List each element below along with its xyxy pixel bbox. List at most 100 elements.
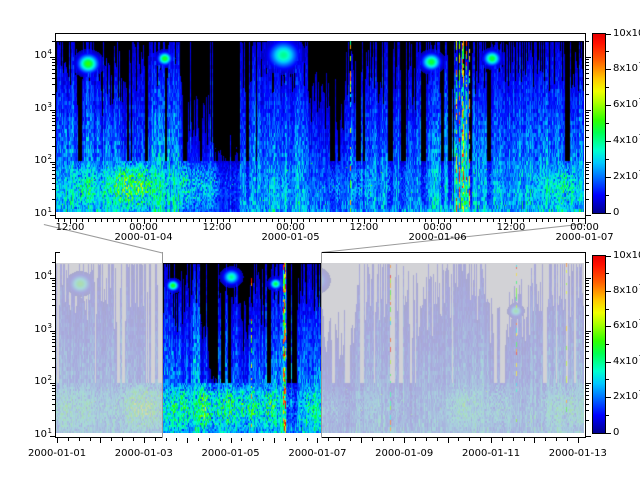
x-minor-tick: [393, 438, 394, 441]
colorbar-minor-tick: [606, 51, 609, 52]
y-minor-tick-right: [586, 290, 589, 291]
y-tick-label: 101: [26, 208, 52, 220]
x-minor-tick: [548, 219, 549, 222]
x-minor-tick: [502, 438, 503, 441]
colorbar-major-tick: [606, 213, 611, 214]
selected-interval-canvas[interactable]: [163, 263, 321, 433]
colorbar-minor-tick: [606, 159, 609, 160]
x-minor-tick: [176, 438, 177, 441]
x-minor-tick: [113, 219, 114, 222]
y-minor-tick-right: [586, 94, 589, 95]
y-minor-tick: [52, 146, 55, 147]
y-minor-tick-right: [586, 395, 589, 396]
y-minor-tick: [52, 410, 55, 411]
x-minor-tick: [155, 438, 156, 441]
y-major-tick-right: [586, 215, 591, 216]
x-minor-tick: [401, 219, 402, 222]
colorbar-minor-tick: [606, 379, 609, 380]
y-minor-tick-right: [586, 170, 589, 171]
colorbar-major-tick: [606, 256, 611, 257]
y-minor-tick: [52, 358, 55, 359]
y-minor-tick-right: [586, 118, 589, 119]
x-major-tick: [534, 438, 535, 443]
y-minor-tick-right: [586, 294, 589, 295]
x-major-tick: [491, 438, 492, 443]
x-date-label: 2000-01-11: [462, 448, 520, 459]
x-minor-tick: [383, 438, 384, 441]
x-minor-tick: [458, 438, 459, 441]
y-minor-tick-right: [586, 404, 589, 405]
x-minor-tick: [241, 438, 242, 441]
y-tick-label: 104: [26, 271, 52, 283]
x-minor-tick: [556, 438, 557, 441]
colorbar-tick-label: 0: [613, 207, 619, 218]
x-minor-tick: [382, 219, 383, 222]
y-minor-tick-right: [586, 137, 589, 138]
x-minor-tick: [350, 438, 351, 441]
x-minor-tick: [415, 438, 416, 441]
x-minor-tick: [462, 219, 463, 222]
x-minor-tick: [193, 219, 194, 222]
x-major-tick: [404, 438, 405, 443]
x-major-tick: [448, 438, 449, 443]
colorbar-top-gradient: [593, 34, 605, 213]
x-minor-tick: [413, 219, 414, 222]
y-tick-label: 102: [26, 155, 52, 167]
y-minor-tick-right: [586, 262, 589, 263]
x-major-tick: [144, 438, 145, 443]
x-minor-tick: [220, 438, 221, 441]
x-major-tick: [361, 438, 362, 443]
colorbar-tick-label: 6x107: [613, 99, 640, 111]
colorbar-tick-label: 2x107: [613, 171, 640, 183]
detail-spectrogram-canvas[interactable]: [56, 41, 584, 212]
x-major-tick: [187, 438, 188, 443]
exponent: 2: [48, 374, 52, 382]
x-time-label: 12:00: [497, 222, 526, 233]
x-minor-tick: [327, 219, 328, 222]
exponent: 4: [48, 269, 52, 277]
exponent: 3: [48, 322, 52, 330]
x-date-label: 2000-01-09: [375, 448, 433, 459]
x-minor-tick: [333, 219, 334, 222]
y-minor-tick: [52, 170, 55, 171]
y-minor-tick: [52, 115, 55, 116]
x-minor-tick: [346, 219, 347, 222]
x-minor-tick: [493, 219, 494, 222]
x-major-tick: [578, 438, 579, 443]
x-minor-tick: [372, 438, 373, 441]
y-minor-tick: [52, 59, 55, 60]
y-minor-tick: [52, 183, 55, 184]
x-minor-tick: [426, 438, 427, 441]
colorbar-tick-label: 8x107: [613, 285, 640, 297]
x-minor-tick: [524, 438, 525, 441]
y-minor-tick-right: [586, 59, 589, 60]
x-date-label: 2000-01-07: [288, 448, 346, 459]
y-minor-tick-right: [586, 280, 589, 281]
x-minor-tick: [209, 438, 210, 441]
y-minor-tick-right: [586, 130, 589, 131]
y-minor-tick: [52, 78, 55, 79]
y-minor-tick: [52, 69, 55, 70]
x-minor-tick: [554, 219, 555, 222]
colorbar-bottom-gradient: [593, 256, 605, 433]
x-minor-tick: [199, 219, 200, 222]
exponent: 4: [48, 48, 52, 56]
x-minor-tick: [133, 438, 134, 441]
colorbar-tick-label: 10x107: [613, 250, 640, 262]
x-minor-tick: [119, 219, 120, 222]
y-tick-label: 103: [26, 324, 52, 336]
y-major-tick-right: [586, 110, 591, 111]
y-minor-tick-right: [586, 333, 589, 334]
x-minor-tick: [260, 219, 261, 222]
y-minor-tick-right: [586, 84, 589, 85]
x-minor-tick: [419, 219, 420, 222]
y-minor-tick-right: [586, 358, 589, 359]
y-minor-tick-right: [586, 73, 589, 74]
colorbar-major-tick: [606, 433, 611, 434]
x-minor-tick: [545, 438, 546, 441]
x-minor-tick: [248, 219, 249, 222]
x-minor-tick: [252, 438, 253, 441]
y-minor-tick: [52, 315, 55, 316]
x-minor-tick: [111, 438, 112, 441]
y-minor-tick: [52, 399, 55, 400]
